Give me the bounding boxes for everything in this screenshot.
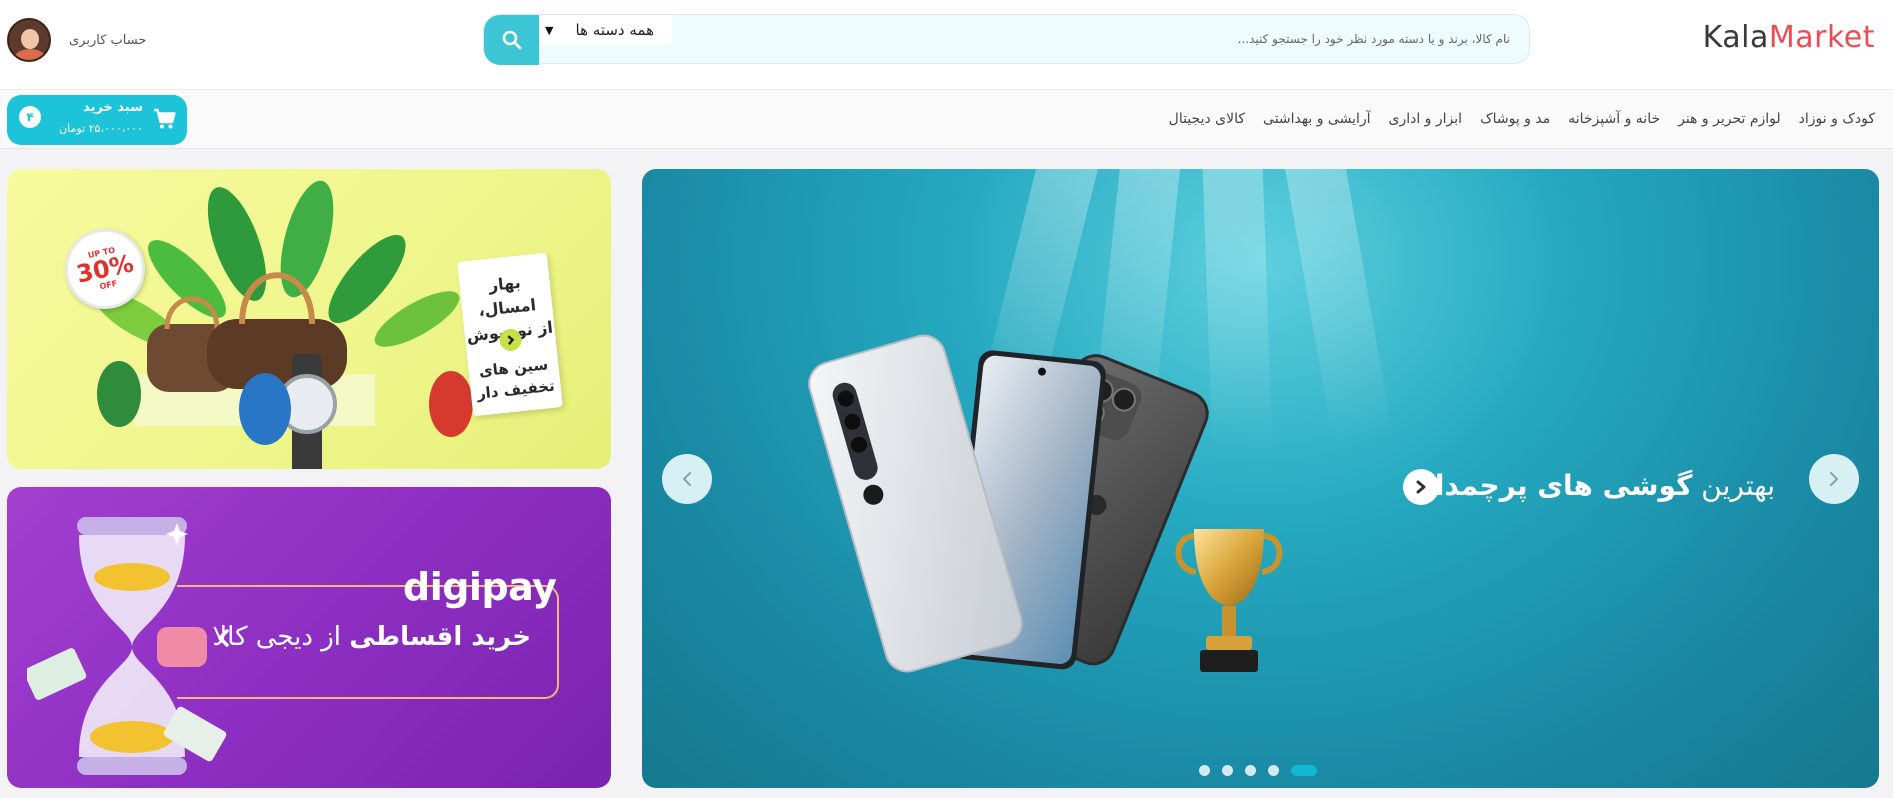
installment-text: خرید اقساطی از دیجی کالا: [212, 622, 531, 652]
search-icon: [502, 30, 521, 50]
chevron-right-icon: [1416, 480, 1426, 494]
account-link[interactable]: حساب کاربری: [7, 17, 146, 63]
cart-button[interactable]: ۴ سبد خرید ۲۵،۰۰۰،۰۰۰ تومان: [7, 95, 187, 145]
slider-prev-button[interactable]: [662, 454, 712, 504]
cart-count-badge: ۴: [19, 106, 41, 128]
nav-item-home-kitchen[interactable]: خانه و آشپزخانه: [1568, 111, 1660, 127]
main-nav: کالای دیجیتال آرایشی و بهداشتی ابزار و ا…: [0, 89, 1893, 149]
chevron-left-icon: [683, 472, 691, 486]
search-button[interactable]: [484, 15, 539, 65]
slider-dot[interactable]: [1245, 765, 1256, 776]
account-label: حساب کاربری: [69, 32, 147, 48]
spring-sign: بهار امسال، از نو بپوش سین های تخفیف دار: [457, 252, 563, 417]
chevron-down-icon: ▼: [545, 23, 554, 37]
nav-item-digital[interactable]: کالای دیجیتال: [1169, 111, 1245, 127]
site-header: KalaMarket ▼ همه دسته ها حساب کاربری: [0, 0, 1893, 89]
search-input[interactable]: [674, 15, 1524, 63]
chevron-left-icon: [218, 629, 229, 647]
slider-pagination: [1199, 765, 1317, 776]
slider-dot[interactable]: [1222, 765, 1233, 776]
cart-title: سبد خرید: [83, 100, 143, 115]
digipay-logo: digipay: [403, 565, 557, 609]
avatar: [7, 18, 51, 62]
spring-sale-banner[interactable]: UP TO 30% OFF بهار امسال، از نو بپوش سین…: [7, 169, 611, 469]
phones-illustration: [808, 334, 1283, 673]
slider-dot[interactable]: [1199, 765, 1210, 776]
category-menu: کالای دیجیتال آرایشی و بهداشتی ابزار و ا…: [1169, 90, 1875, 148]
nav-item-tools-office[interactable]: ابزار و اداری: [1389, 111, 1463, 127]
nav-item-stationery-art[interactable]: لوازم تحریر و هنر: [1678, 111, 1781, 127]
slider-dot-active[interactable]: [1291, 765, 1317, 776]
nav-item-kids-baby[interactable]: کودک و نوزاد: [1799, 111, 1875, 127]
category-select-value: همه دسته ها: [575, 21, 654, 39]
cart-total: ۲۵،۰۰۰،۰۰۰ تومان: [59, 122, 143, 135]
hero-slider[interactable]: بهترین گوشی های پرچمدار: [642, 169, 1879, 788]
cart-icon: [154, 108, 176, 129]
nav-item-beauty[interactable]: آرایشی و بهداشتی: [1263, 111, 1370, 127]
nav-item-fashion[interactable]: مد و پوشاک: [1480, 111, 1550, 127]
category-select[interactable]: ▼ همه دسته ها: [539, 15, 672, 45]
chevron-right-icon: [1830, 472, 1838, 486]
site-logo[interactable]: KalaMarket: [1703, 20, 1875, 55]
slide-heading: بهترین گوشی های پرچمدار: [1418, 469, 1775, 502]
slider-dot[interactable]: [1268, 765, 1279, 776]
search-bar: ▼ همه دسته ها: [483, 14, 1530, 65]
slider-next-button[interactable]: [1809, 454, 1859, 504]
slide-cta-button[interactable]: [1403, 469, 1439, 505]
digipay-banner[interactable]: digipay خرید اقساطی از دیجی کالا: [7, 487, 611, 788]
